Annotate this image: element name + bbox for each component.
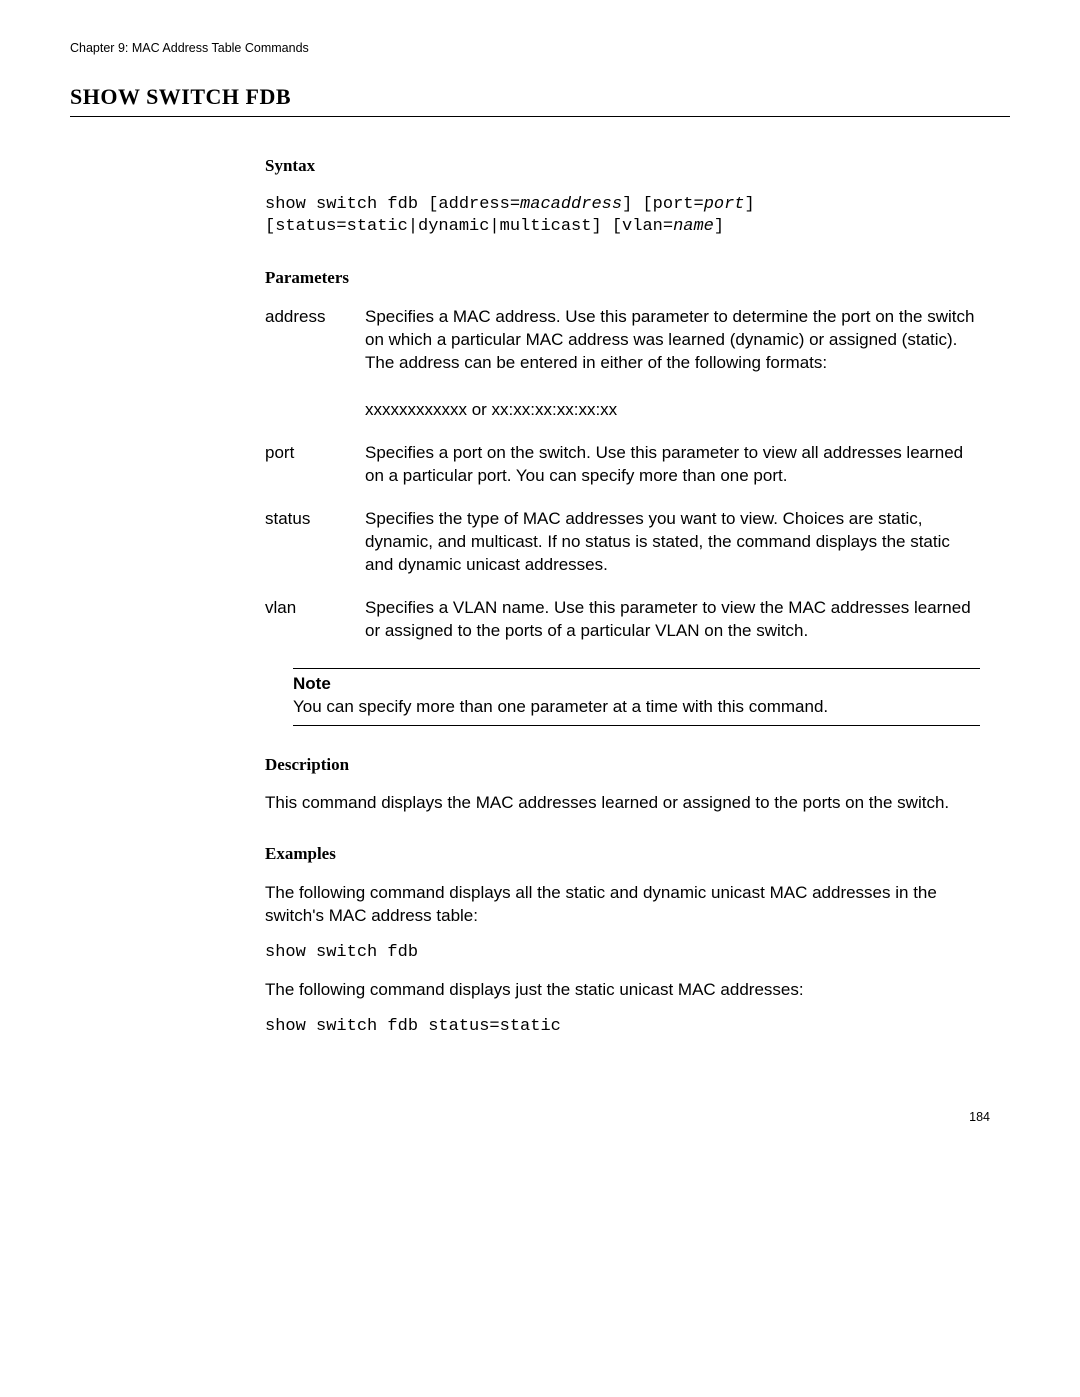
parameters-table: address Specifies a MAC address. Use thi… <box>265 306 980 662</box>
chapter-header: Chapter 9: MAC Address Table Commands <box>70 40 1010 57</box>
syntax-heading: Syntax <box>265 155 980 178</box>
examples-heading: Examples <box>265 843 980 866</box>
command-title: SHOW SWITCH FDB <box>70 82 1010 117</box>
param-desc: Specifies a VLAN name. Use this paramete… <box>365 597 980 663</box>
param-name: vlan <box>265 597 365 663</box>
param-desc: Specifies a MAC address. Use this parame… <box>365 306 980 442</box>
param-row-port: port Specifies a port on the switch. Use… <box>265 442 980 508</box>
description-text: This command displays the MAC addresses … <box>265 792 980 815</box>
param-name: status <box>265 508 365 597</box>
param-desc: Specifies a port on the switch. Use this… <box>365 442 980 508</box>
syntax-param: port <box>704 195 745 214</box>
syntax-text: ] [port= <box>622 195 704 214</box>
syntax-text: [status=static|dynamic|multicast] [vlan= <box>265 217 673 236</box>
note-label: Note <box>293 674 331 693</box>
syntax-text: ] <box>714 217 724 236</box>
param-name: address <box>265 306 365 442</box>
param-name: port <box>265 442 365 508</box>
syntax-param: macaddress <box>520 195 622 214</box>
syntax-param: name <box>673 217 714 236</box>
example-intro: The following command displays all the s… <box>265 882 980 928</box>
param-format: xxxxxxxxxxxx or xx:xx:xx:xx:xx:xx <box>365 395 980 422</box>
note-text: You can specify more than one parameter … <box>293 697 828 716</box>
example-intro: The following command displays just the … <box>265 979 980 1002</box>
parameters-heading: Parameters <box>265 267 980 290</box>
note-box: Note You can specify more than one param… <box>293 668 980 726</box>
description-heading: Description <box>265 754 980 777</box>
param-row-status: status Specifies the type of MAC address… <box>265 508 980 597</box>
syntax-block: show switch fdb [address=macaddress] [po… <box>265 194 980 240</box>
example-code: show switch fdb status=static <box>265 1016 980 1039</box>
param-desc: Specifies the type of MAC addresses you … <box>365 508 980 597</box>
param-row-address: address Specifies a MAC address. Use thi… <box>265 306 980 442</box>
page-number: 184 <box>70 1109 990 1126</box>
syntax-text: ] <box>745 195 755 214</box>
syntax-text: show switch fdb [address= <box>265 195 520 214</box>
param-desc-text: Specifies a MAC address. Use this parame… <box>365 307 974 372</box>
param-row-vlan: vlan Specifies a VLAN name. Use this par… <box>265 597 980 663</box>
example-code: show switch fdb <box>265 942 980 965</box>
